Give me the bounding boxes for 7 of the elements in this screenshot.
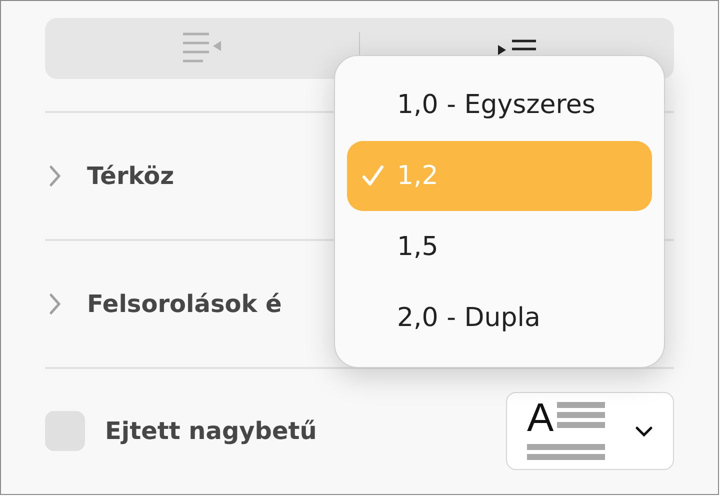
checkbox-label: Ejtett nagybetű — [105, 417, 317, 446]
menu-item[interactable]: 1,5 — [347, 212, 652, 282]
section-title[interactable]: Térköz — [87, 162, 174, 190]
section-title[interactable]: Felsorolások é — [87, 290, 282, 318]
menu-item[interactable]: 1,0 - Egyszeres — [347, 70, 652, 140]
drop-cap-style-button[interactable]: A — [506, 392, 674, 470]
menu-item[interactable]: 2,0 - Dupla — [347, 284, 652, 353]
